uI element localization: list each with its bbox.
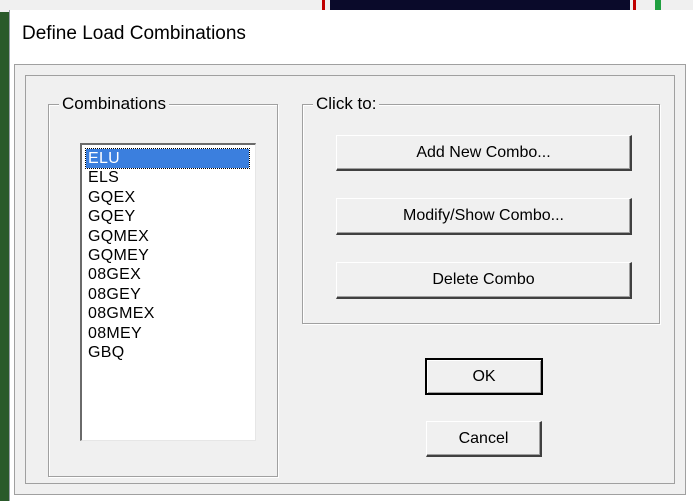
combination-list-item[interactable]: ELU [85, 147, 250, 170]
add-new-combo-button[interactable]: Add New Combo... [336, 135, 632, 171]
combination-list-item[interactable]: 08MEY [86, 324, 249, 343]
dialog-title: Define Load Combinations [22, 23, 246, 44]
combinations-listbox[interactable]: ELU ELS GQEX GQEY GQMEX GQMEY 08GEX 08GEY 08GMEX… [80, 143, 256, 441]
combination-list-item[interactable]: 08GEY [86, 285, 249, 304]
combination-list-item[interactable]: GQMEX [86, 227, 249, 246]
combination-list-item[interactable]: ELS [86, 168, 249, 187]
combination-list-item[interactable]: GBQ [86, 343, 249, 362]
cancel-button[interactable]: Cancel [426, 421, 542, 457]
combination-list-item[interactable]: 08GEX [86, 265, 249, 284]
combination-list-item[interactable]: 08GMEX [86, 304, 249, 323]
combination-list-item[interactable]: GQEY [86, 207, 249, 226]
combination-list-item[interactable]: GQEX [86, 188, 249, 207]
title-bar[interactable]: Define Load Combinations [10, 10, 693, 62]
define-load-combinations-dialog: Define Load Combinations Combinations EL… [9, 10, 693, 501]
combination-list-item[interactable]: GQMEY [86, 246, 249, 265]
combinations-group-label: Combinations [59, 94, 169, 114]
ok-button[interactable]: OK [425, 358, 543, 395]
modify-show-combo-button[interactable]: Modify/Show Combo... [336, 198, 632, 235]
click-to-group-label: Click to: [313, 94, 380, 114]
delete-combo-button[interactable]: Delete Combo [336, 262, 632, 299]
